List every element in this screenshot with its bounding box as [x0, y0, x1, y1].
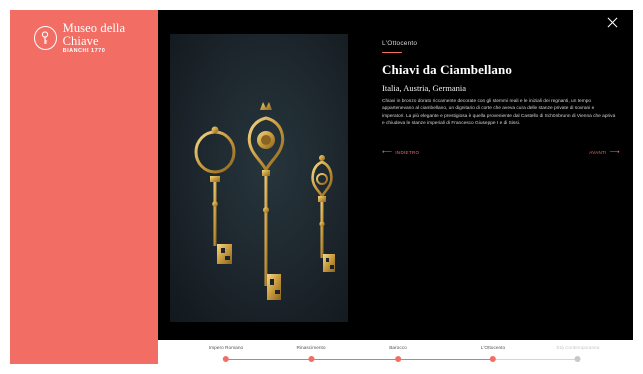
next-button[interactable]: AVANTI ⟶: [589, 148, 620, 156]
key-hole-icon: [34, 26, 57, 51]
keys-illustration: [194, 102, 335, 300]
timeline-dot: [223, 356, 229, 362]
arrow-right-icon: ⟶: [609, 149, 620, 156]
prev-button[interactable]: ⟵ INDIETRO: [382, 148, 419, 156]
brand-logo[interactable]: Museo della Chiave BIANCHI 1770: [34, 22, 158, 55]
timeline-dot: [489, 356, 496, 362]
keys-photo: [170, 34, 348, 322]
item-title: Chiavi da Ciambellano: [382, 62, 512, 77]
detail-panel: L'Ottocento Chiavi da Ciambellano Italia…: [158, 10, 633, 350]
close-icon[interactable]: [607, 17, 618, 28]
timeline-item-label: Barocco: [389, 346, 407, 351]
center-key: [247, 102, 285, 300]
era-divider: [382, 52, 402, 53]
timeline-item-label: Impero Romano: [208, 346, 244, 351]
arrow-left-icon: ⟵: [382, 149, 393, 156]
timeline-progress-line: [226, 359, 493, 360]
timeline-remaining-line: [493, 359, 578, 360]
timeline-item-label: L'Ottocento: [480, 346, 506, 351]
timeline-dot: [308, 356, 314, 362]
timeline-item-label: Età Contemporanea: [556, 346, 600, 351]
timeline-item-eta-contemporanea[interactable]: Età Contemporanea: [556, 346, 600, 362]
app-frame: Museo della Chiave BIANCHI 1770 L'Ottoce…: [10, 10, 633, 364]
prev-label: INDIETRO: [395, 149, 420, 155]
right-key: [311, 155, 335, 272]
timeline-item-ottocento[interactable]: L'Ottocento: [480, 346, 506, 362]
next-label: AVANTI: [589, 149, 607, 155]
timeline-dot: [575, 356, 581, 362]
timeline-item-label: Rinascimento: [296, 346, 326, 351]
era-label: L'Ottocento: [382, 40, 418, 47]
left-key: [194, 126, 236, 264]
timeline-dot: [394, 356, 401, 362]
detail-info: L'Ottocento Chiavi da Ciambellano Italia…: [382, 40, 622, 156]
detail-nav: ⟵ INDIETRO AVANTI ⟶: [382, 148, 620, 156]
era-timeline: Impero Romano Rinascimento Barocco L'Ott…: [158, 340, 633, 364]
brand-name: Museo della Chiave: [62, 21, 126, 48]
timeline-item-impero-romano[interactable]: Impero Romano: [208, 346, 244, 362]
item-subtitle: Italia, Austria, Germania: [382, 83, 467, 93]
timeline-item-barocco[interactable]: Barocco: [389, 346, 407, 362]
item-description: Chiavi in bronzo dorato riccamente decor…: [382, 99, 616, 126]
brand-sub: BIANCHI 1770: [62, 48, 106, 54]
sidebar: Museo della Chiave BIANCHI 1770: [10, 10, 158, 364]
timeline-item-rinascimento[interactable]: Rinascimento: [296, 346, 326, 362]
